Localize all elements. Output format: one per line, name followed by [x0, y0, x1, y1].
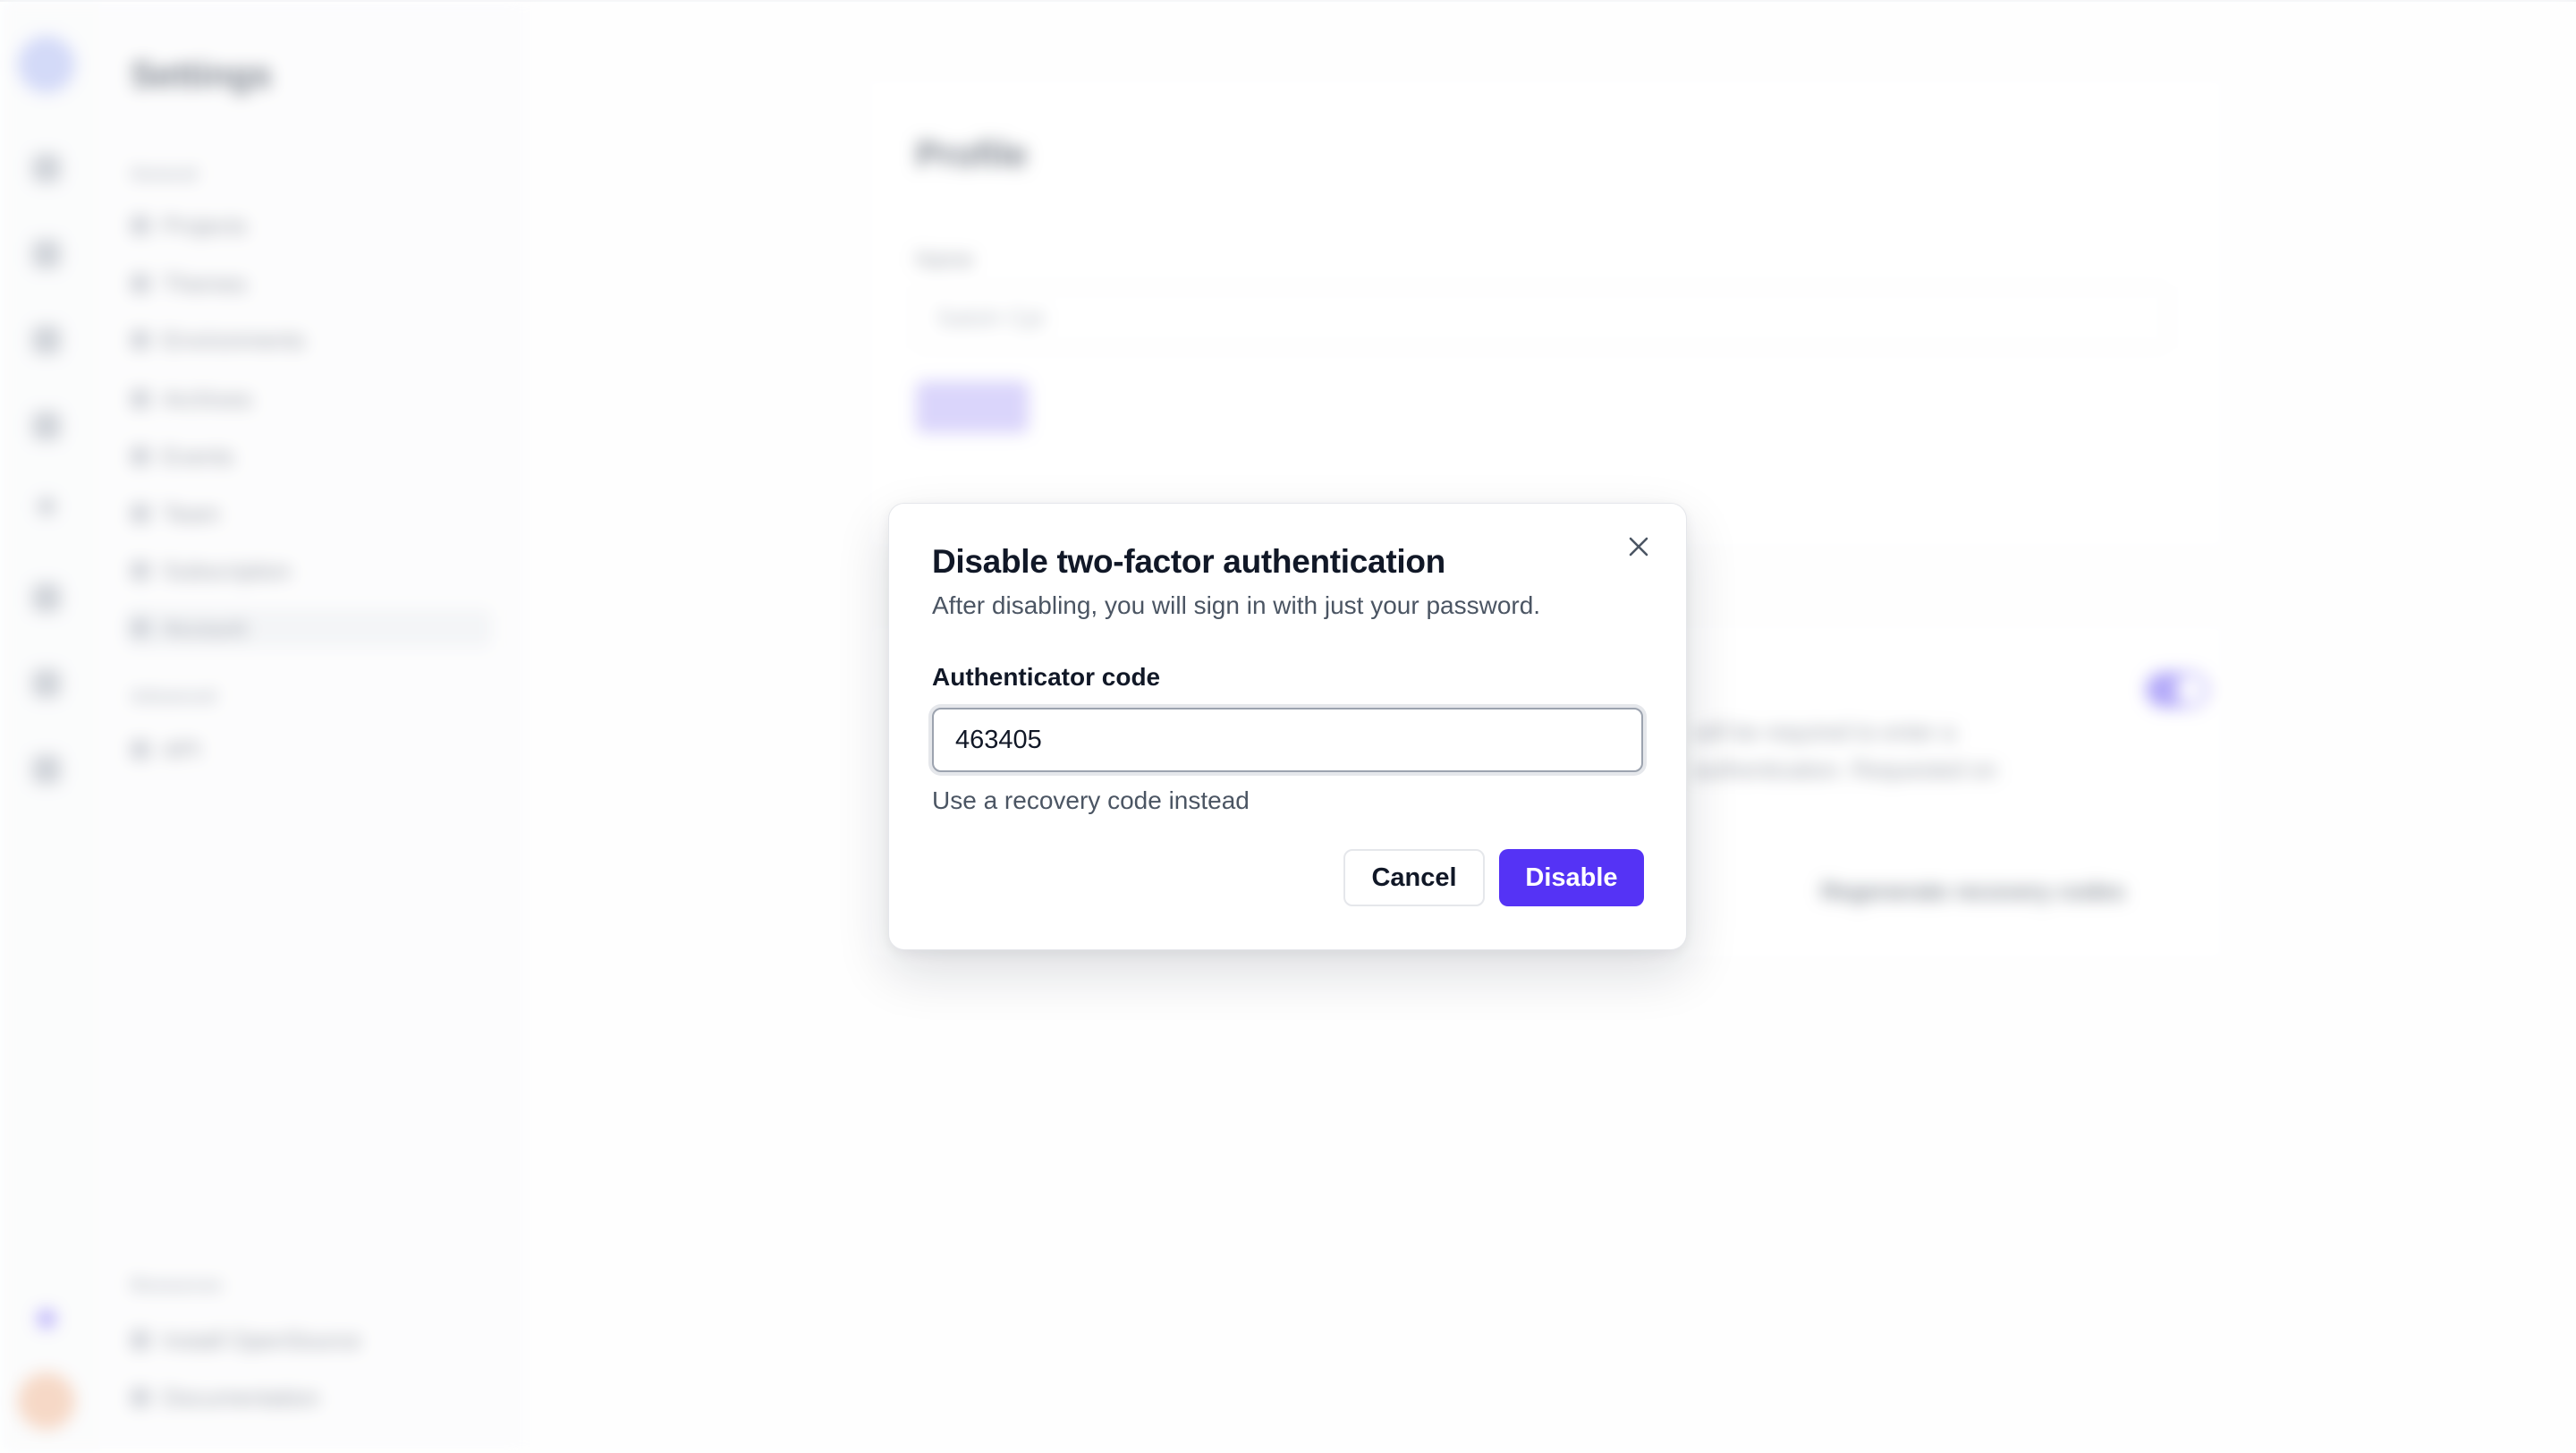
cancel-button[interactable]: Cancel	[1343, 849, 1485, 906]
close-icon	[1629, 537, 1648, 557]
use-recovery-code-link[interactable]: Use a recovery code instead	[932, 786, 1250, 815]
authenticator-code-label: Authenticator code	[932, 663, 1161, 691]
dialog-description: After disabling, you will sign in with j…	[932, 591, 1541, 619]
authenticator-code-input[interactable]	[932, 708, 1643, 772]
dialog-title: Disable two-factor authentication	[932, 543, 1445, 580]
disable-2fa-dialog: Disable two-factor authentication After …	[888, 503, 1687, 950]
disable-button[interactable]: Disable	[1499, 849, 1644, 906]
close-button[interactable]	[1621, 529, 1657, 565]
